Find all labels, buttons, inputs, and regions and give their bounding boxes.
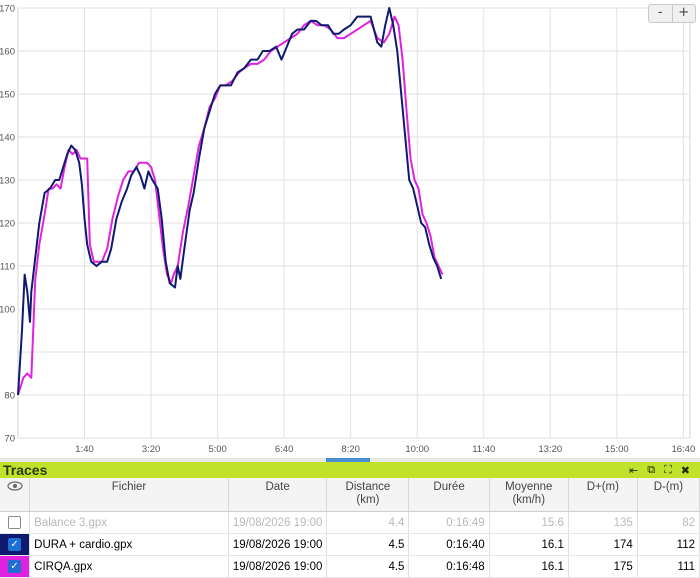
column-header-duree[interactable]: Durée: [408, 478, 490, 512]
y-tick-label: 160: [0, 47, 15, 58]
file-name: CIRQA.gpx: [29, 555, 229, 578]
file-date: 19/08/2026 19:00: [228, 555, 328, 578]
table-row[interactable]: Balance 3.gpx 19/08/2026 19:00 4.4 0:16:49 1…: [0, 511, 700, 534]
x-tick-label: 6:40: [275, 444, 294, 455]
close-icon[interactable]: ✖: [681, 464, 690, 477]
x-tick-label: 3:20: [142, 444, 161, 455]
eye-icon: [6, 480, 23, 494]
file-elevation-gain: 135: [568, 511, 638, 534]
heart-rate-chart: 70 80 100 110 120 130 140 150 160 170 1:40 3:20 5:00…: [0, 0, 700, 458]
column-header-distance[interactable]: Distance (km): [326, 478, 410, 512]
column-header-date[interactable]: Date: [228, 478, 328, 512]
maximize-icon[interactable]: ⛶: [664, 464, 672, 477]
moyenne-header-unit: (km/h): [512, 494, 546, 506]
y-tick-label: 150: [0, 90, 15, 101]
file-average-speed: 15.6: [489, 511, 569, 534]
traces-table: Fichier Date Distance (km) Durée Moyenne(…: [0, 478, 700, 578]
file-date: 19/08/2026 19:00: [228, 533, 328, 556]
zoom-out-button[interactable]: -: [649, 5, 672, 22]
y-tick-label: 80: [4, 391, 15, 402]
row-visibility-cell[interactable]: [0, 511, 31, 534]
file-elevation-loss: 111: [637, 555, 700, 578]
table-header-row: Fichier Date Distance (km) Durée Moyenne(…: [0, 478, 700, 512]
file-elevation-gain: 174: [568, 533, 638, 556]
table-row[interactable]: ✓ DURA + cardio.gpx 19/08/2026 19:00 4.5 0:1…: [0, 533, 700, 556]
x-tick-label: 8:20: [341, 444, 360, 455]
zoom-in-button[interactable]: +: [671, 5, 696, 22]
y-tick-label: 110: [0, 262, 15, 273]
panel-title: Traces: [3, 462, 48, 478]
column-header-dplus[interactable]: D+(m): [568, 478, 638, 512]
file-duration: 0:16:48: [408, 555, 490, 578]
distance-header-label: Distance: [345, 481, 391, 493]
y-tick-label: 70: [4, 434, 15, 445]
column-header-dminus[interactable]: D-(m): [637, 478, 700, 512]
zoom-controls: - +: [648, 4, 696, 23]
dock-icon[interactable]: ⇤: [629, 464, 638, 477]
file-date: 19/08/2026 19:00: [228, 511, 328, 534]
row-visibility-cell[interactable]: ✓: [0, 533, 31, 556]
y-tick-label: 130: [0, 176, 15, 187]
x-tick-label: 16:40: [671, 444, 695, 455]
file-distance: 4.5: [326, 555, 410, 578]
x-tick-label: 5:00: [208, 444, 227, 455]
y-tick-label: 170: [0, 4, 15, 15]
x-tick-label: 15:00: [605, 444, 629, 455]
file-duration: 0:16:49: [408, 511, 490, 534]
file-distance: 4.4: [326, 511, 410, 534]
file-elevation-gain: 175: [568, 555, 638, 578]
x-tick-label: 13:20: [538, 444, 562, 455]
x-tick-label: 1:40: [75, 444, 94, 455]
x-tick-label: 10:00: [405, 444, 429, 455]
x-tick-label: 11:40: [472, 444, 495, 455]
file-average-speed: 16.1: [489, 533, 569, 556]
column-header-moyenne[interactable]: Moyenne (km/h): [489, 478, 569, 512]
visibility-checkbox[interactable]: [8, 516, 22, 529]
file-average-speed: 16.1: [489, 555, 569, 578]
moyenne-header-label: Moyenne: [505, 481, 553, 493]
file-distance: 4.5: [326, 533, 410, 556]
y-tick-label: 120: [0, 219, 15, 230]
row-visibility-cell[interactable]: ✓: [0, 555, 31, 578]
chart-svg: 70 80 100 110 120 130 140 150 160 170 1:40 3:20 5:00…: [0, 4, 695, 456]
distance-header-unit: (km): [356, 494, 380, 506]
file-elevation-loss: 112: [637, 533, 700, 556]
file-name: Balance 3.gpx: [29, 511, 229, 534]
visibility-checkbox[interactable]: ✓: [8, 560, 22, 573]
visibility-checkbox[interactable]: ✓: [8, 538, 22, 551]
file-elevation-loss: 82: [637, 511, 700, 534]
column-header-fichier[interactable]: Fichier: [29, 478, 229, 512]
float-icon[interactable]: ⧉: [647, 464, 655, 477]
y-tick-label: 140: [0, 133, 15, 144]
visibility-column-header[interactable]: [0, 478, 31, 512]
traces-panel-header: Traces ⇤ ⧉ ⛶ ✖: [0, 462, 700, 478]
panel-tools: ⇤ ⧉ ⛶ ✖: [629, 464, 700, 477]
file-name: DURA + cardio.gpx: [29, 533, 229, 556]
y-tick-label: 100: [0, 305, 15, 316]
table-row[interactable]: ✓ CIRQA.gpx 19/08/2026 19:00 4.5 0:16:48 16.1…: [0, 555, 700, 578]
file-duration: 0:16:40: [408, 533, 490, 556]
